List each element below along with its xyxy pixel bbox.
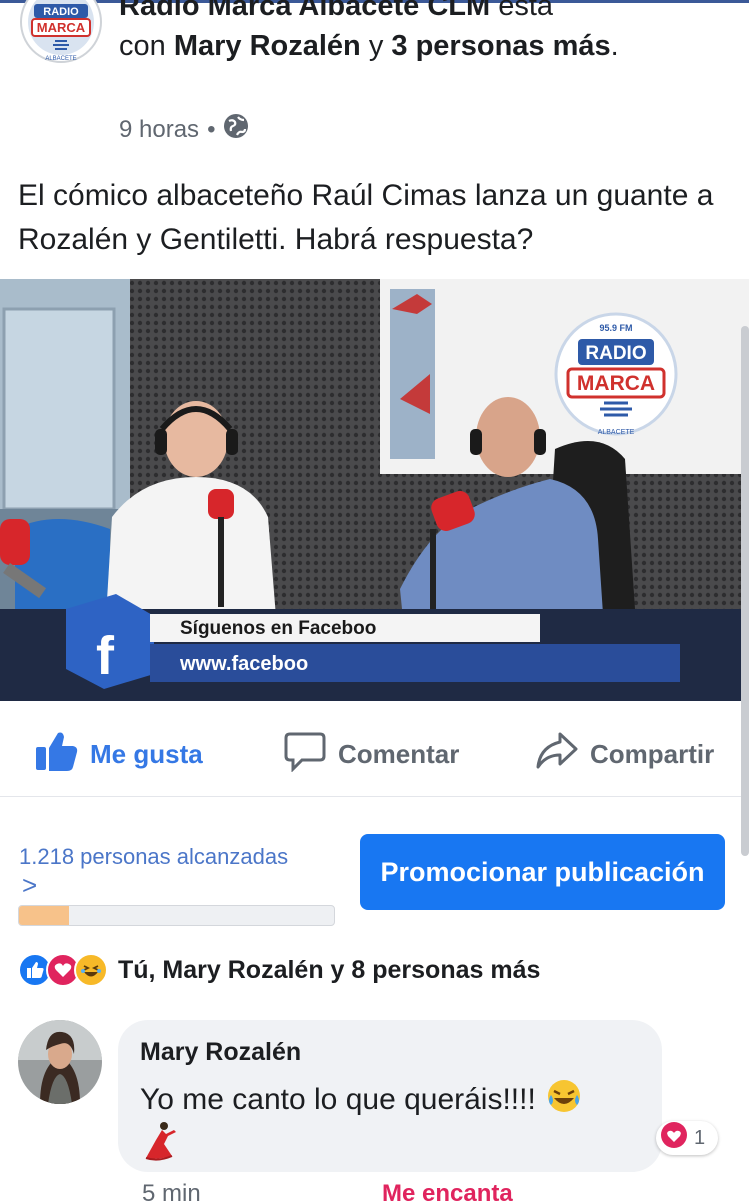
tears-of-joy-emoji <box>546 1078 582 1122</box>
video-logo-freq: 95.9 FM <box>599 323 632 333</box>
facebook-f-glyph: f <box>96 626 115 686</box>
post-header-text: Radio Marca Albacete CLM está con Mary R… <box>119 0 739 66</box>
share-arrow-icon <box>534 730 578 779</box>
comment-text: Yo me canto lo que queráis!!!! <box>140 1083 536 1116</box>
reactions-summary-text: Tú, Mary Rozalén y 8 personas más <box>118 955 541 984</box>
avatar-logo-line2: MARCA <box>37 20 86 35</box>
share-button[interactable]: Compartir <box>534 730 714 779</box>
reach-progress-bar <box>18 905 335 926</box>
comment-author[interactable]: Mary Rozalén <box>140 1038 301 1067</box>
lower-third-line2: www.faceboo <box>179 653 308 675</box>
comment-time: 5 min <box>142 1180 201 1204</box>
post-header: RADIO MARCA ALBACETE Radio Marca Albacet… <box>0 0 749 150</box>
share-label: Compartir <box>590 739 715 769</box>
reactions-summary[interactable]: Tú, Mary Rozalén y 8 personas más <box>18 950 540 990</box>
comment-reaction-count: 1 <box>694 1126 706 1149</box>
comment-button[interactable]: Comentar <box>284 730 459 779</box>
avatar-logo-sub: ALBACETE <box>45 56 76 62</box>
thumbs-up-icon <box>34 730 78 779</box>
haha-icon <box>74 953 108 987</box>
reaction-icons <box>18 953 108 987</box>
comment-label: Comentar <box>338 739 460 769</box>
comment-reaction-badge[interactable]: 1 <box>656 1121 718 1155</box>
promote-post-button[interactable]: Promocionar publicación <box>360 834 725 910</box>
post-video[interactable]: 95.9 FM RADIO MARCA ALBACETE f Síguenos … <box>0 279 749 701</box>
video-logo-line1: RADIO <box>585 343 646 364</box>
comment-text-row: Yo me canto lo que queráis!!!! <box>140 1078 582 1122</box>
tagged-others-link[interactable]: 3 personas más <box>391 30 610 62</box>
header-conj: y <box>368 30 384 62</box>
reach-count-link[interactable]: 1.218 personas alcanzadas <box>19 842 288 872</box>
like-button[interactable]: Me gusta <box>34 730 203 779</box>
post-reach-section: 1.218 personas alcanzadas > Promocionar … <box>0 830 749 930</box>
header-with: con <box>119 30 166 62</box>
globe-icon <box>223 113 249 146</box>
scrollbar[interactable] <box>741 326 749 856</box>
avatar-logo-line1: RADIO <box>43 6 79 18</box>
comment-love-link[interactable]: Me encanta <box>382 1180 513 1204</box>
header-verb: está <box>498 0 554 22</box>
reach-progress-fill <box>19 906 70 925</box>
meta-separator: • <box>207 115 216 143</box>
commenter-avatar[interactable] <box>18 1020 102 1104</box>
video-logo-line2: MARCA <box>577 372 655 395</box>
comment-bubble[interactable]: Mary Rozalén Yo me canto lo que queráis!… <box>118 1020 662 1172</box>
video-logo-sub: ALBACETE <box>598 429 635 436</box>
chevron-right-icon[interactable]: > <box>22 870 37 901</box>
post-time[interactable]: 9 horas <box>119 116 199 144</box>
post-body-text: El cómico albaceteño Raúl Cimas lanza un… <box>18 179 714 256</box>
tagged-person-link[interactable]: Mary Rozalén <box>174 30 361 62</box>
page-avatar[interactable]: RADIO MARCA ALBACETE <box>20 0 102 64</box>
like-label: Me gusta <box>90 739 203 769</box>
lower-third-line1: Síguenos en Faceboo <box>180 618 376 639</box>
page-name-link[interactable]: Radio Marca Albacete CLM <box>119 0 490 22</box>
love-icon <box>660 1121 688 1155</box>
header-period: . <box>610 30 619 62</box>
post-actions-bar: Me gusta Comentar Compartir <box>0 702 749 797</box>
speech-bubble-icon <box>284 730 326 779</box>
post-meta: 9 horas • <box>119 113 249 146</box>
dancer-emoji <box>140 1120 182 1167</box>
